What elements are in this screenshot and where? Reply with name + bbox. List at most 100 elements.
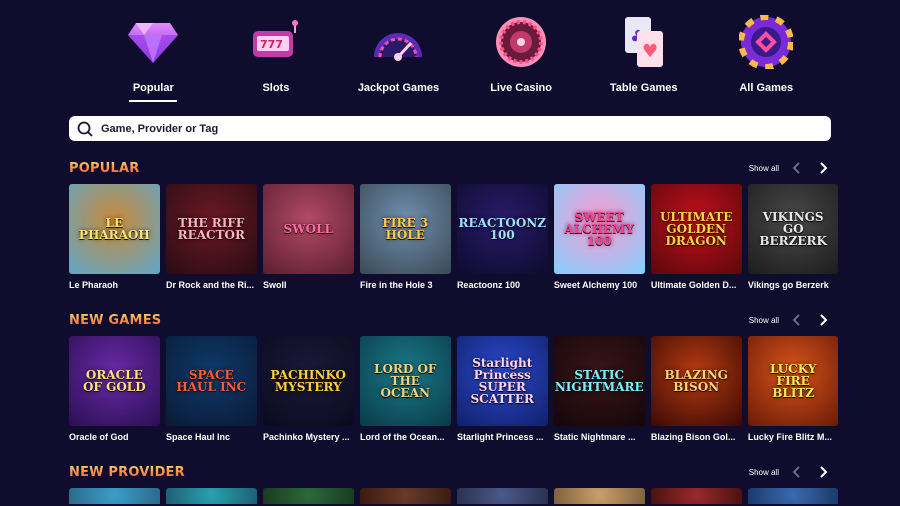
game-thumbnail[interactable] bbox=[650, 488, 742, 504]
game-name[interactable]: Starlight Princess ... bbox=[457, 432, 547, 442]
game-artwork-title: VIKINGS GO BERZERK bbox=[759, 210, 827, 248]
game-name[interactable]: Pachinko Mystery ... bbox=[263, 432, 353, 442]
game-thumbnail[interactable]: SPACE HAUL INC bbox=[165, 336, 257, 426]
game-thumbnail[interactable] bbox=[165, 488, 257, 504]
game-thumbnail[interactable]: BLAZING BISON bbox=[650, 336, 742, 426]
game-tile[interactable]: LORD OF THE OCEAN Lord of the Ocean... bbox=[359, 336, 451, 442]
game-name[interactable]: Sweet Alchemy 100 bbox=[554, 280, 644, 290]
game-thumbnail[interactable]: PACHINKO MYSTERY bbox=[262, 336, 354, 426]
game-tile[interactable]: SWOLL Swoll bbox=[262, 184, 354, 290]
svg-text:777: 777 bbox=[260, 38, 283, 51]
game-thumbnail[interactable]: Starlight Princess SUPER SCATTER bbox=[456, 336, 548, 426]
game-thumbnail[interactable]: VIKINGS GO BERZERK bbox=[747, 184, 839, 274]
game-name[interactable]: Space Haul Inc bbox=[166, 432, 256, 442]
game-tile[interactable] bbox=[165, 488, 257, 504]
game-thumbnail[interactable]: SWOLL bbox=[262, 184, 354, 274]
game-name[interactable]: Le Pharaoh bbox=[69, 280, 159, 290]
game-tile[interactable] bbox=[456, 488, 548, 504]
game-tile[interactable] bbox=[69, 488, 160, 504]
game-artwork-title: ORACLE OF GOLD bbox=[82, 368, 146, 394]
game-thumbnail[interactable] bbox=[747, 488, 839, 504]
game-thumbnail[interactable] bbox=[359, 488, 451, 504]
game-tile[interactable]: FIRE 3 HOLE Fire in the Hole 3 bbox=[359, 184, 451, 290]
game-tile[interactable]: ORACLE OF GOLD Oracle of God bbox=[69, 336, 160, 442]
game-artwork-title: FIRE 3 HOLE bbox=[382, 216, 429, 242]
game-tile[interactable]: VIKINGS GO BERZERK Vikings go Berzerk bbox=[747, 184, 839, 290]
search-input[interactable] bbox=[101, 122, 801, 135]
game-thumbnail[interactable]: FIRE 3 HOLE bbox=[359, 184, 451, 274]
game-thumbnail[interactable] bbox=[456, 488, 548, 504]
show-all-link[interactable]: Show all bbox=[749, 164, 779, 173]
nav-jackpot-games[interactable]: Jackpot Games bbox=[337, 14, 460, 104]
game-tile[interactable]: THE RIFF REACTOR Dr Rock and the Ri... bbox=[165, 184, 257, 290]
game-thumbnail[interactable]: REACTOONZ 100 bbox=[456, 184, 548, 274]
game-thumbnail[interactable]: ULTIMATE GOLDEN DRAGON bbox=[650, 184, 742, 274]
nav-all-games[interactable]: All Games bbox=[705, 14, 828, 104]
game-tile[interactable] bbox=[553, 488, 645, 504]
game-row: ORACLE OF GOLD Oracle of God SPACE HAUL IN… bbox=[69, 336, 839, 442]
search-bar[interactable] bbox=[69, 116, 831, 141]
game-name[interactable]: Dr Rock and the Ri... bbox=[166, 280, 256, 290]
chevron-right-icon[interactable] bbox=[815, 464, 831, 480]
game-thumbnail[interactable]: LUCKY FIRE BLITZ bbox=[747, 336, 839, 426]
game-thumbnail[interactable]: THE RIFF REACTOR bbox=[165, 184, 257, 274]
game-thumbnail[interactable] bbox=[553, 488, 645, 504]
game-name[interactable]: Lucky Fire Blitz M... bbox=[748, 432, 838, 442]
chevron-right-icon[interactable] bbox=[815, 160, 831, 176]
game-tile[interactable] bbox=[747, 488, 839, 504]
game-tile[interactable]: SPACE HAUL INC Space Haul Inc bbox=[165, 336, 257, 442]
nav-label: All Games bbox=[739, 82, 794, 94]
game-name[interactable]: Ultimate Golden D... bbox=[651, 280, 741, 290]
chevron-right-icon[interactable] bbox=[815, 312, 831, 328]
game-artwork-title: SWEET ALCHEMY 100 bbox=[564, 210, 635, 248]
game-name[interactable]: Static Nightmare ... bbox=[554, 432, 644, 442]
game-tile[interactable]: LUCKY FIRE BLITZ Lucky Fire Blitz M... bbox=[747, 336, 839, 442]
nav-label: Live Casino bbox=[490, 82, 552, 94]
game-tile[interactable]: ULTIMATE GOLDEN DRAGON Ultimate Golden D.… bbox=[650, 184, 742, 290]
nav-slots[interactable]: 777 Slots bbox=[215, 14, 338, 104]
game-tile[interactable]: Starlight Princess SUPER SCATTER Starligh… bbox=[456, 336, 548, 442]
game-thumbnail[interactable] bbox=[69, 488, 160, 504]
game-name[interactable]: Oracle of God bbox=[69, 432, 159, 442]
nav-underline bbox=[620, 100, 668, 102]
game-name[interactable]: Lord of the Ocean... bbox=[360, 432, 450, 442]
game-artwork-title: BLAZING BISON bbox=[664, 368, 728, 394]
game-tile[interactable]: PACHINKO MYSTERY Pachinko Mystery ... bbox=[262, 336, 354, 442]
jackpot-gauge-icon bbox=[370, 14, 426, 70]
game-tile[interactable]: LE PHARAOH Le Pharaoh bbox=[69, 184, 160, 290]
chevron-left-icon[interactable] bbox=[789, 312, 805, 328]
show-all-link[interactable]: Show all bbox=[749, 468, 779, 477]
game-name[interactable]: Blazing Bison Gol... bbox=[651, 432, 741, 442]
game-thumbnail[interactable] bbox=[262, 488, 354, 504]
game-tile[interactable]: STATIC NIGHTMARE Static Nightmare ... bbox=[553, 336, 645, 442]
active-underline bbox=[129, 100, 178, 102]
game-tile[interactable] bbox=[650, 488, 742, 504]
game-name[interactable]: Reactoonz 100 bbox=[457, 280, 547, 290]
game-thumbnail[interactable]: STATIC NIGHTMARE bbox=[553, 336, 645, 426]
game-thumbnail[interactable]: LE PHARAOH bbox=[69, 184, 160, 274]
game-tile[interactable]: REACTOONZ 100 Reactoonz 100 bbox=[456, 184, 548, 290]
game-tile[interactable]: SWEET ALCHEMY 100 Sweet Alchemy 100 bbox=[553, 184, 645, 290]
nav-live-casino[interactable]: Live Casino bbox=[460, 14, 583, 104]
section-title: NEW PROVIDER bbox=[69, 464, 185, 480]
chevron-left-icon[interactable] bbox=[789, 464, 805, 480]
game-thumbnail[interactable]: SWEET ALCHEMY 100 bbox=[553, 184, 645, 274]
game-name[interactable]: Vikings go Berzerk bbox=[748, 280, 838, 290]
game-name[interactable]: Fire in the Hole 3 bbox=[360, 280, 450, 290]
nav-table-games[interactable]: ♣ ♥ Table Games bbox=[582, 14, 705, 104]
chevron-left-icon[interactable] bbox=[789, 160, 805, 176]
game-tile[interactable]: BLAZING BISON Blazing Bison Gol... bbox=[650, 336, 742, 442]
game-thumbnail[interactable]: LORD OF THE OCEAN bbox=[359, 336, 451, 426]
section-new-games: NEW GAMES Show all ORACLE OF GOLD Oracle … bbox=[69, 310, 839, 442]
game-artwork-title: THE RIFF REACTOR bbox=[177, 216, 245, 242]
roulette-icon bbox=[493, 14, 549, 70]
show-all-link[interactable]: Show all bbox=[749, 316, 779, 325]
nav-popular[interactable]: Popular bbox=[92, 14, 215, 104]
game-name[interactable]: Swoll bbox=[263, 280, 353, 290]
nav-underline bbox=[252, 100, 300, 102]
game-tile[interactable] bbox=[359, 488, 451, 504]
game-thumbnail[interactable]: ORACLE OF GOLD bbox=[69, 336, 160, 426]
casino-chip-icon bbox=[738, 14, 794, 70]
game-tile[interactable] bbox=[262, 488, 354, 504]
playing-cards-icon: ♣ ♥ bbox=[616, 14, 672, 70]
